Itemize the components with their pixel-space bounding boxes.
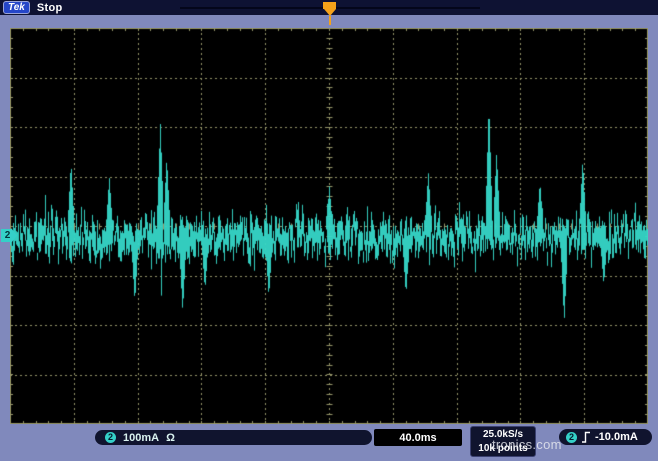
oscilloscope-screen: Tek Stop 2 2 100mA Ω 40.0ms 25.0kS/s 10k… <box>0 0 658 461</box>
trigger-readout: 2 -10.0mA <box>559 429 652 445</box>
trigger-position-marker <box>323 2 336 25</box>
timebase-readout: 40.0ms <box>374 429 462 446</box>
trigger-marker-flag <box>323 2 336 9</box>
trigger-level-value: -10.0mA <box>595 431 638 443</box>
channel2-ground-marker-label: 2 <box>5 230 11 241</box>
trigger-marker-stem <box>329 16 331 25</box>
channel2-badge: 2 <box>105 432 116 443</box>
waveform-display <box>10 28 648 424</box>
trigger-slope-icon <box>581 431 591 443</box>
tek-logo: Tek <box>3 1 30 14</box>
trigger-source-badge: 2 <box>566 432 577 443</box>
channel2-scale-readout: 2 100mA Ω <box>95 430 372 445</box>
timebase-value: 40.0ms <box>399 432 436 444</box>
acquisition-status: Stop <box>37 2 63 14</box>
channel2-coupling: Ω <box>166 432 175 444</box>
watermark: tronics.com <box>492 437 562 452</box>
channel2-scale-value: 100mA <box>123 432 159 444</box>
trigger-marker-arrow-icon <box>324 9 336 16</box>
